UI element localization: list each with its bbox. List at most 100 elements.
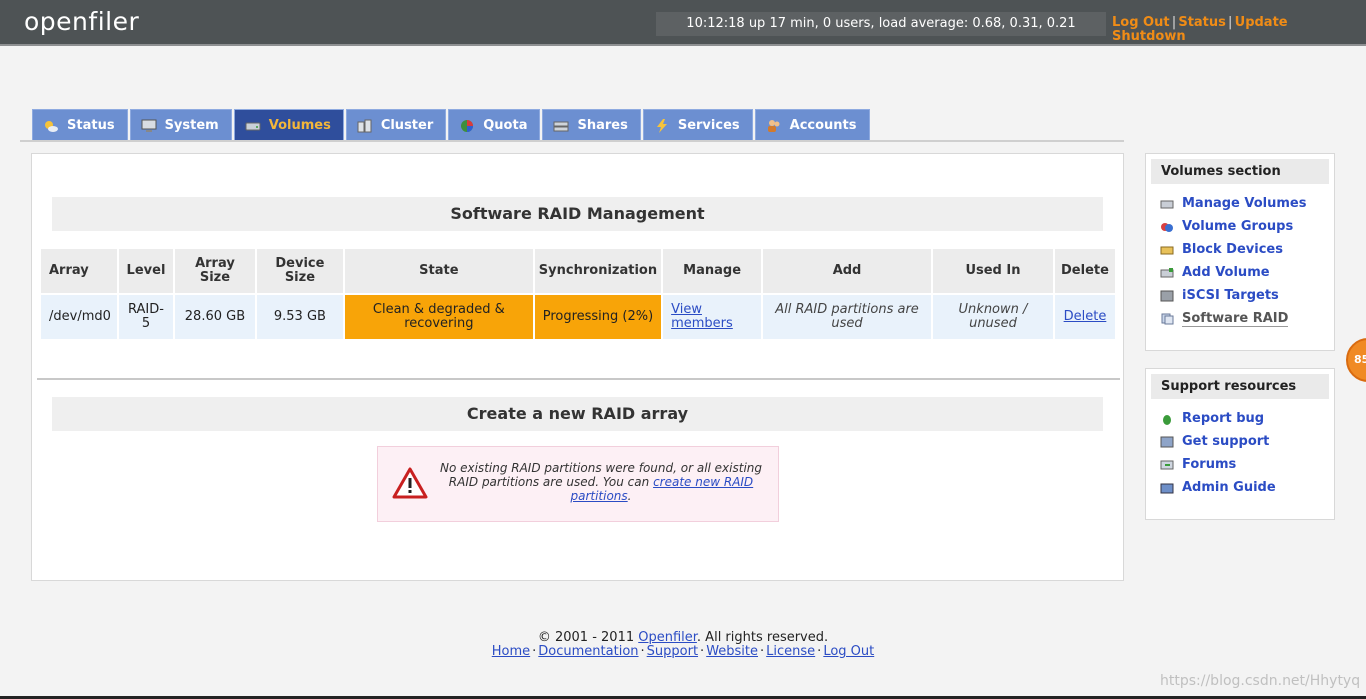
col-array-size: Array Size xyxy=(174,249,255,293)
warning-text: No existing RAID partitions were found, … xyxy=(436,461,766,503)
col-delete: Delete xyxy=(1054,249,1115,293)
volumes-section-title: Volumes section xyxy=(1151,159,1329,184)
volumes-section-list: Manage Volumes Volume Groups Block Devic… xyxy=(1146,192,1334,330)
raid-management-heading: Software RAID Management xyxy=(52,197,1103,231)
sidebar-item-block-devices: Block Devices xyxy=(1160,238,1334,261)
col-manage: Manage xyxy=(663,249,762,293)
footer-logout-link[interactable]: Log Out xyxy=(823,644,874,659)
get-support-link[interactable]: Get support xyxy=(1182,434,1269,449)
sidebar-item-add-volume: Add Volume xyxy=(1160,261,1334,284)
cell-level: RAID-5 xyxy=(118,295,173,339)
warning-message-box: No existing RAID partitions were found, … xyxy=(377,446,779,522)
footer-links: Home · Documentation · Support · Website · Licen… xyxy=(491,644,875,659)
update-link[interactable]: Update xyxy=(1235,15,1288,30)
status-link[interactable]: Status xyxy=(1178,15,1226,30)
tab-label: Status xyxy=(67,118,115,133)
block-devices-link[interactable]: Block Devices xyxy=(1182,242,1283,257)
tab-status[interactable]: Status xyxy=(32,109,128,141)
tab-services[interactable]: Services xyxy=(642,109,753,141)
cluster-icon xyxy=(357,119,372,132)
col-array: Array xyxy=(41,249,117,293)
tab-cluster[interactable]: Cluster xyxy=(345,109,447,141)
sidebar-item-forums: Forums xyxy=(1160,453,1334,476)
section-divider xyxy=(37,378,1120,380)
add-volume-icon xyxy=(1160,267,1174,277)
main-panel: Software RAID Management Array Level Arr… xyxy=(31,153,1124,581)
warning-triangle-icon xyxy=(392,467,428,499)
delete-link[interactable]: Delete xyxy=(1064,309,1107,324)
footer-home-link[interactable]: Home xyxy=(492,644,530,659)
warning-text-post: . xyxy=(627,489,632,503)
tab-volumes[interactable]: Volumes xyxy=(233,109,344,141)
volumes-section-box: Volumes section Manage Volumes Volume Gr… xyxy=(1145,153,1335,351)
add-volume-link[interactable]: Add Volume xyxy=(1182,265,1270,280)
col-used-in: Used In xyxy=(932,249,1053,293)
col-sync: Synchronization xyxy=(534,249,662,293)
cell-device-size: 9.53 GB xyxy=(256,295,343,339)
sidebar-item-volume-groups: Volume Groups xyxy=(1160,215,1334,238)
view-members-link[interactable]: View members xyxy=(671,302,733,331)
table-row: /dev/md0 RAID-5 28.60 GB 9.53 GB Clean &… xyxy=(41,295,1115,339)
admin-guide-link[interactable]: Admin Guide xyxy=(1182,480,1276,495)
sidebar-item-software-raid: Software RAID xyxy=(1160,307,1334,330)
people-icon xyxy=(767,119,780,132)
tab-label: Quota xyxy=(483,118,528,133)
sidebar-item-iscsi-targets: iSCSI Targets xyxy=(1160,284,1334,307)
cell-state: Clean & degraded & recovering xyxy=(344,295,533,339)
drive-icon xyxy=(553,121,569,131)
table-header-row: Array Level Array Size Device Size State… xyxy=(41,249,1115,293)
sidebar-item-report-bug: Report bug xyxy=(1160,407,1334,430)
footer-support-link[interactable]: Support xyxy=(647,644,698,659)
tab-quota[interactable]: Quota xyxy=(448,109,541,141)
cell-sync: Progressing (2%) xyxy=(534,295,662,339)
openfiler-footer-link[interactable]: Openfiler xyxy=(638,630,697,645)
logout-link[interactable]: Log Out xyxy=(1112,15,1170,30)
col-device-size: Device Size xyxy=(256,249,343,293)
tab-label: Shares xyxy=(577,118,628,133)
cell-manage: View members xyxy=(663,295,762,339)
create-raid-heading: Create a new RAID array xyxy=(52,397,1103,431)
block-devices-icon xyxy=(1160,246,1174,254)
main-tabs: Status System Volumes Cluster Quota Shar… xyxy=(32,109,870,141)
raid-icon xyxy=(1161,313,1174,324)
iscsi-targets-link[interactable]: iSCSI Targets xyxy=(1182,288,1279,303)
sidebar-item-manage-volumes: Manage Volumes xyxy=(1160,192,1334,215)
sidebar-item-get-support: Get support xyxy=(1160,430,1334,453)
openfiler-logo: openfiler xyxy=(24,7,140,36)
raid-table: Array Level Array Size Device Size State… xyxy=(39,247,1117,341)
volume-groups-icon xyxy=(1161,222,1173,232)
footer-website-link[interactable]: Website xyxy=(706,644,758,659)
volume-groups-link[interactable]: Volume Groups xyxy=(1182,219,1293,234)
tab-system[interactable]: System xyxy=(129,109,232,141)
forums-link[interactable]: Forums xyxy=(1182,457,1236,472)
manage-volumes-link[interactable]: Manage Volumes xyxy=(1182,196,1306,211)
support-resources-box: Support resources Report bug Get support… xyxy=(1145,368,1335,520)
forums-icon xyxy=(1160,460,1174,469)
cell-array-size: 28.60 GB xyxy=(174,295,255,339)
watermark-text: https://blog.csdn.net/Hhytyq xyxy=(1160,673,1361,689)
copyright-pre: © 2001 - 2011 xyxy=(537,630,639,645)
shutdown-link[interactable]: Shutdown xyxy=(1112,29,1186,44)
server-icon xyxy=(1160,290,1174,301)
support-icon xyxy=(1160,436,1174,447)
tab-label: Volumes xyxy=(268,118,331,133)
footer: © 2001 - 2011 Openfiler. All rights rese… xyxy=(0,631,1366,659)
footer-documentation-link[interactable]: Documentation xyxy=(538,644,638,659)
software-raid-link[interactable]: Software RAID xyxy=(1182,311,1289,327)
tab-label: Cluster xyxy=(380,118,434,133)
tab-accounts[interactable]: Accounts xyxy=(754,109,870,141)
support-resources-list: Report bug Get support Forums Admin Guid… xyxy=(1146,407,1334,499)
floating-badge[interactable]: 85 xyxy=(1346,338,1366,382)
sun-cloud-icon xyxy=(45,120,58,132)
disk-icon xyxy=(245,122,261,130)
report-bug-link[interactable]: Report bug xyxy=(1182,411,1264,426)
pie-icon xyxy=(461,119,474,132)
lightning-icon xyxy=(656,118,667,133)
cell-delete: Delete xyxy=(1054,295,1115,339)
tab-label: System xyxy=(164,118,219,133)
tab-shares[interactable]: Shares xyxy=(542,109,641,141)
disk-icon xyxy=(1160,200,1174,208)
bug-icon xyxy=(1163,414,1171,425)
footer-license-link[interactable]: License xyxy=(766,644,815,659)
cell-add: All RAID partitions are used xyxy=(763,295,931,339)
